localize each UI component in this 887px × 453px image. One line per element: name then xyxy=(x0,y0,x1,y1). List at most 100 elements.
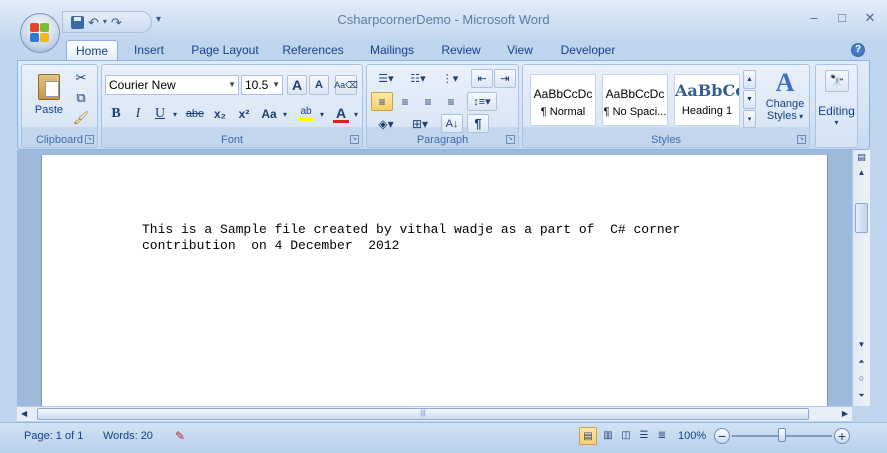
font-size-value: 10.5 xyxy=(245,78,269,92)
chevron-down-icon[interactable]: ▾ xyxy=(280,104,290,124)
binoculars-icon: 🔭 xyxy=(825,70,849,92)
align-left-icon[interactable]: ≡ xyxy=(371,92,393,111)
minimize-button[interactable]: – xyxy=(807,10,821,26)
chevron-down-icon: ▾ xyxy=(796,112,804,121)
previous-page-icon[interactable]: ⏶ xyxy=(855,355,868,368)
scroll-up-icon[interactable]: ▲ xyxy=(855,166,868,179)
justify-icon[interactable]: ≡ xyxy=(440,92,462,111)
tab-page-layout[interactable]: Page Layout xyxy=(184,40,266,61)
maximize-button[interactable]: □ xyxy=(835,10,849,26)
editing-group[interactable]: 🔭 Editing ▾ xyxy=(815,64,858,148)
font-launcher-icon[interactable]: ↘ xyxy=(350,135,359,144)
scroll-right-icon[interactable]: ▶ xyxy=(842,409,848,418)
change-case-button[interactable]: Aa xyxy=(258,104,280,124)
align-right-icon[interactable]: ≡ xyxy=(417,92,439,111)
shading-icon[interactable]: ◈▾ xyxy=(371,114,401,133)
line-spacing-icon[interactable]: ↕≡▾ xyxy=(467,92,497,111)
vertical-scrollbar[interactable]: ▤ ▲ ▼ ⏶ ○ ⏷ xyxy=(852,150,870,406)
next-page-icon[interactable]: ⏷ xyxy=(855,389,868,402)
view-ruler-icon[interactable]: ▤ xyxy=(855,151,868,164)
chevron-down-icon[interactable]: ▼ xyxy=(272,76,280,94)
borders-icon[interactable]: ⊞▾ xyxy=(405,114,435,133)
highlight-swatch xyxy=(298,117,314,121)
tab-review[interactable]: Review xyxy=(434,40,488,61)
strikethrough-button[interactable]: abe xyxy=(183,104,207,124)
scroll-down-icon[interactable]: ▼ xyxy=(855,338,868,351)
close-button[interactable]: ✕ xyxy=(863,10,877,26)
copy-icon[interactable]: ⧉ xyxy=(72,89,90,106)
tab-insert[interactable]: Insert xyxy=(124,40,174,61)
zoom-level[interactable]: 100% xyxy=(678,428,706,445)
window-title: CsharpcornerDemo - Microsoft Word xyxy=(337,12,550,27)
ribbon-tabs: Home Insert Page Layout References Maili… xyxy=(0,40,887,61)
office-button[interactable] xyxy=(20,13,60,53)
underline-button[interactable]: U xyxy=(150,104,170,124)
tab-view[interactable]: View xyxy=(498,40,542,61)
chevron-down-icon[interactable]: ▼ xyxy=(228,76,236,94)
style-heading-1[interactable]: AaBbCc Heading 1 xyxy=(674,74,740,126)
clear-formatting-icon[interactable]: Aa⌫ xyxy=(334,75,358,95)
paragraph-launcher-icon[interactable]: ↘ xyxy=(506,135,515,144)
sort-icon[interactable]: A↓ xyxy=(441,114,463,133)
web-layout-view-icon[interactable]: ◫ xyxy=(617,427,635,445)
font-family-combo[interactable]: Courier New ▼ xyxy=(105,75,239,95)
bullets-icon[interactable]: ☰▾ xyxy=(371,69,401,88)
font-size-combo[interactable]: 10.5 ▼ xyxy=(241,75,283,95)
font-group: Courier New ▼ 10.5 ▼ A A Aa⌫ B I U ▾ abe… xyxy=(101,64,363,148)
document-page[interactable]: This is a Sample file created by vithal … xyxy=(41,155,828,406)
superscript-button[interactable]: x² xyxy=(233,104,255,124)
bold-button[interactable]: B xyxy=(106,104,126,124)
chevron-down-icon[interactable]: ▾ xyxy=(170,104,180,124)
change-styles-button[interactable]: A Change Styles ▾ xyxy=(761,68,809,132)
zoom-out-button[interactable]: − xyxy=(714,428,730,444)
multilevel-list-icon[interactable]: ⋮▾ xyxy=(435,69,465,88)
clipboard-launcher-icon[interactable]: ↘ xyxy=(85,135,94,144)
clipboard-group: Paste ✂ ⧉ 🖌 Clipboard ↘ xyxy=(21,64,98,148)
help-icon[interactable]: ? xyxy=(851,43,865,57)
shrink-font-button[interactable]: A xyxy=(309,75,329,95)
paste-button[interactable]: Paste xyxy=(32,69,66,121)
draft-view-icon[interactable]: ≣ xyxy=(653,427,671,445)
zoom-slider-thumb[interactable] xyxy=(778,428,786,442)
scroll-left-icon[interactable]: ◀ xyxy=(21,409,27,418)
italic-button[interactable]: I xyxy=(128,104,148,124)
vertical-scroll-thumb[interactable] xyxy=(855,203,868,233)
outline-view-icon[interactable]: ☰ xyxy=(635,427,653,445)
chevron-down-icon[interactable]: ▾ xyxy=(317,104,327,124)
show-formatting-icon[interactable]: ¶ xyxy=(467,114,489,133)
print-layout-view-icon[interactable]: ▤ xyxy=(579,427,597,445)
page-count[interactable]: Page: 1 of 1 xyxy=(24,428,83,445)
cut-icon[interactable]: ✂ xyxy=(72,69,90,86)
increase-indent-icon[interactable]: ⇥ xyxy=(494,69,516,88)
styles-group: AaBbCcDc ¶ Normal AaBbCcDc ¶ No Spaci...… xyxy=(522,64,810,148)
highlight-label: ab xyxy=(300,106,312,117)
word-count[interactable]: Words: 20 xyxy=(103,428,153,445)
style-normal[interactable]: AaBbCcDc ¶ Normal xyxy=(530,74,596,126)
proofing-icon[interactable]: ✎ xyxy=(172,428,188,445)
select-browse-object-icon[interactable]: ○ xyxy=(855,372,868,385)
style-no-spacing[interactable]: AaBbCcDc ¶ No Spaci... xyxy=(602,74,668,126)
subscript-button[interactable]: x₂ xyxy=(209,104,231,124)
numbering-icon[interactable]: ☷▾ xyxy=(403,69,433,88)
tab-references[interactable]: References xyxy=(276,40,350,61)
horizontal-scrollbar[interactable]: ◀ ||| ▶ xyxy=(17,406,852,421)
tab-mailings[interactable]: Mailings xyxy=(360,40,424,61)
format-painter-icon[interactable]: 🖌 xyxy=(72,109,90,126)
horizontal-scroll-thumb[interactable]: ||| xyxy=(37,408,809,420)
styles-scroll-up-icon[interactable]: ▲ xyxy=(743,70,756,89)
styles-group-label: Styles xyxy=(651,134,681,146)
highlight-button[interactable]: ab xyxy=(295,104,317,124)
styles-launcher-icon[interactable]: ↘ xyxy=(797,135,806,144)
zoom-in-button[interactable]: + xyxy=(834,428,850,444)
full-screen-reading-view-icon[interactable]: ▥ xyxy=(599,427,617,445)
chevron-down-icon[interactable]: ▾ xyxy=(351,104,361,124)
decrease-indent-icon[interactable]: ⇤ xyxy=(471,69,493,88)
grow-font-button[interactable]: A xyxy=(287,75,307,95)
align-center-icon[interactable]: ≡ xyxy=(394,92,416,111)
styles-more-icon[interactable]: ▾ xyxy=(743,110,756,128)
tab-developer[interactable]: Developer xyxy=(552,40,624,61)
document-text[interactable]: This is a Sample file created by vithal … xyxy=(142,222,680,254)
font-color-button[interactable]: A xyxy=(331,104,351,124)
styles-scroll-down-icon[interactable]: ▼ xyxy=(743,90,756,109)
tab-home[interactable]: Home xyxy=(66,40,118,61)
